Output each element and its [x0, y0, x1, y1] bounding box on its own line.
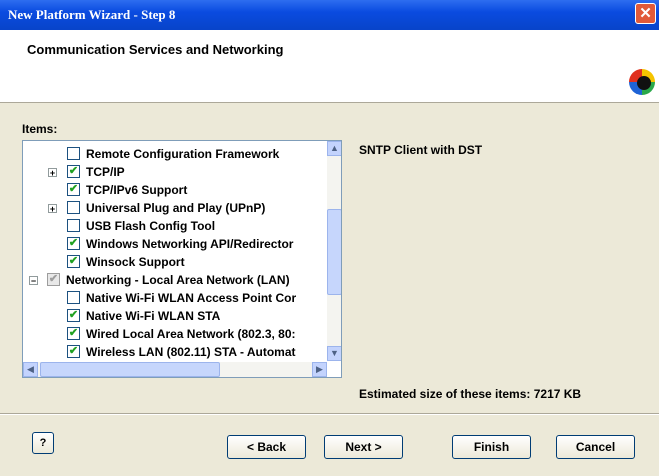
- tree-item[interactable]: + Universal Plug and Play (UPnP): [23, 199, 327, 217]
- scroll-right-icon[interactable]: ▶: [312, 362, 327, 377]
- next-button[interactable]: Next >: [324, 435, 403, 459]
- items-label: Items:: [22, 122, 58, 136]
- tree-item-label: Winsock Support: [86, 255, 185, 269]
- tree-item[interactable]: + ✔ TCP/IP: [23, 163, 327, 181]
- expand-icon[interactable]: +: [48, 168, 57, 178]
- cancel-button[interactable]: Cancel: [556, 435, 635, 459]
- tree-item-checkbox[interactable]: ✔: [67, 327, 80, 340]
- tree-item-label: Native Wi-Fi WLAN Access Point Cor: [86, 291, 297, 305]
- tree-item-checkbox[interactable]: [67, 201, 80, 214]
- item-description: SNTP Client with DST: [359, 143, 483, 157]
- horizontal-scroll-thumb[interactable]: [40, 362, 220, 377]
- collapse-icon[interactable]: −: [29, 276, 38, 286]
- tree-item-label: Native Wi-Fi WLAN STA: [86, 309, 221, 323]
- tree-item[interactable]: Remote Configuration Framework: [23, 145, 327, 163]
- tree-item[interactable]: ✔ Winsock Support: [23, 253, 327, 271]
- wizard-header: Communication Services and Networking: [0, 30, 659, 103]
- close-button[interactable]: ✕: [635, 3, 656, 24]
- vertical-scroll-thumb[interactable]: [327, 209, 341, 295]
- tree-item[interactable]: USB Flash Config Tool: [23, 217, 327, 235]
- footer-divider: [0, 413, 659, 415]
- tree-item-label: Windows Networking API/Redirector: [86, 237, 294, 251]
- tree-item-checkbox[interactable]: ✔: [67, 345, 80, 358]
- scroll-down-icon[interactable]: ▼: [327, 346, 341, 361]
- platform-builder-logo-icon: [629, 69, 655, 95]
- items-tree[interactable]: +Networking - Personal Area Network (PA✔…: [22, 140, 342, 378]
- title-bar: New Platform Wizard - Step 8 ✕: [0, 0, 659, 30]
- tree-item-checkbox[interactable]: [67, 219, 80, 232]
- tree-item-checkbox[interactable]: ✔: [67, 237, 80, 250]
- tree-item-checkbox[interactable]: [67, 291, 80, 304]
- tree-item-label: Remote Configuration Framework: [86, 147, 280, 161]
- tree-item[interactable]: Native Wi-Fi WLAN Access Point Cor: [23, 289, 327, 307]
- tree-item-checkbox[interactable]: ✔: [67, 309, 80, 322]
- tree-item[interactable]: ✔ Windows Networking API/Redirector: [23, 235, 327, 253]
- help-button[interactable]: ?: [32, 432, 54, 454]
- back-button[interactable]: < Back: [227, 435, 306, 459]
- step-title: Communication Services and Networking: [27, 42, 284, 57]
- expand-icon[interactable]: +: [48, 204, 57, 214]
- tree-item-label: Universal Plug and Play (UPnP): [86, 201, 266, 215]
- tree-item-label: Networking - Local Area Network (LAN): [66, 273, 290, 287]
- scroll-left-icon[interactable]: ◀: [23, 362, 38, 377]
- tree-item[interactable]: ✔ Wireless LAN (802.11) STA - Automat: [23, 343, 327, 361]
- tree-item[interactable]: ✔ Native Wi-Fi WLAN STA: [23, 307, 327, 325]
- tree-item-checkbox[interactable]: ✔: [67, 165, 80, 178]
- vertical-scrollbar[interactable]: ▲ ▼: [327, 141, 341, 361]
- tree-item[interactable]: ✔ Wired Local Area Network (802.3, 80:: [23, 325, 327, 343]
- tree-item-label: USB Flash Config Tool: [86, 219, 216, 233]
- estimated-size: Estimated size of these items: 7217 KB: [359, 387, 582, 401]
- scroll-up-icon[interactable]: ▲: [327, 141, 341, 156]
- tree-item-label: Wired Local Area Network (802.3, 80:: [86, 327, 296, 341]
- tree-item-checkbox[interactable]: ✔: [47, 273, 60, 286]
- tree-item[interactable]: − ✔ Networking - Local Area Network (LAN): [23, 271, 327, 289]
- tree-item-label: TCP/IP: [86, 165, 125, 179]
- tree-item-label: Wireless LAN (802.11) STA - Automat: [86, 345, 296, 359]
- horizontal-scrollbar[interactable]: ◀ ▶: [23, 362, 327, 377]
- tree-item-checkbox[interactable]: ✔: [67, 255, 80, 268]
- tree-item-checkbox[interactable]: ✔: [67, 183, 80, 196]
- finish-button[interactable]: Finish: [452, 435, 531, 459]
- tree-item-label: TCP/IPv6 Support: [86, 183, 188, 197]
- window-title: New Platform Wizard - Step 8: [8, 7, 176, 22]
- tree-item-checkbox[interactable]: [67, 147, 80, 160]
- tree-item[interactable]: ✔ TCP/IPv6 Support: [23, 181, 327, 199]
